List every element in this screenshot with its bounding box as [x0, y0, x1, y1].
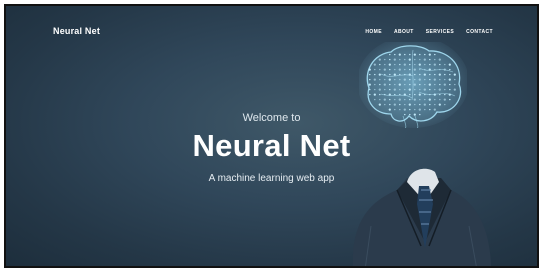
hero-title: Neural Net — [192, 128, 351, 163]
nav-about-link[interactable]: ABOUT — [394, 29, 414, 35]
hero-section: Neural Net HOME ABOUT SERVICES CONTACT W… — [6, 6, 537, 266]
brand-logo[interactable]: Neural Net — [53, 26, 100, 36]
nav-contact-link[interactable]: CONTACT — [466, 29, 493, 35]
hero-tagline: A machine learning web app — [208, 173, 335, 184]
nav-services-link[interactable]: SERVICES — [426, 29, 454, 35]
nav-home-link[interactable]: HOME — [365, 29, 382, 35]
nav-menu: HOME ABOUT SERVICES CONTACT — [365, 29, 493, 35]
browser-viewport: Neural Net HOME ABOUT SERVICES CONTACT W… — [4, 4, 539, 268]
hero-welcome-text: Welcome to — [242, 112, 301, 124]
